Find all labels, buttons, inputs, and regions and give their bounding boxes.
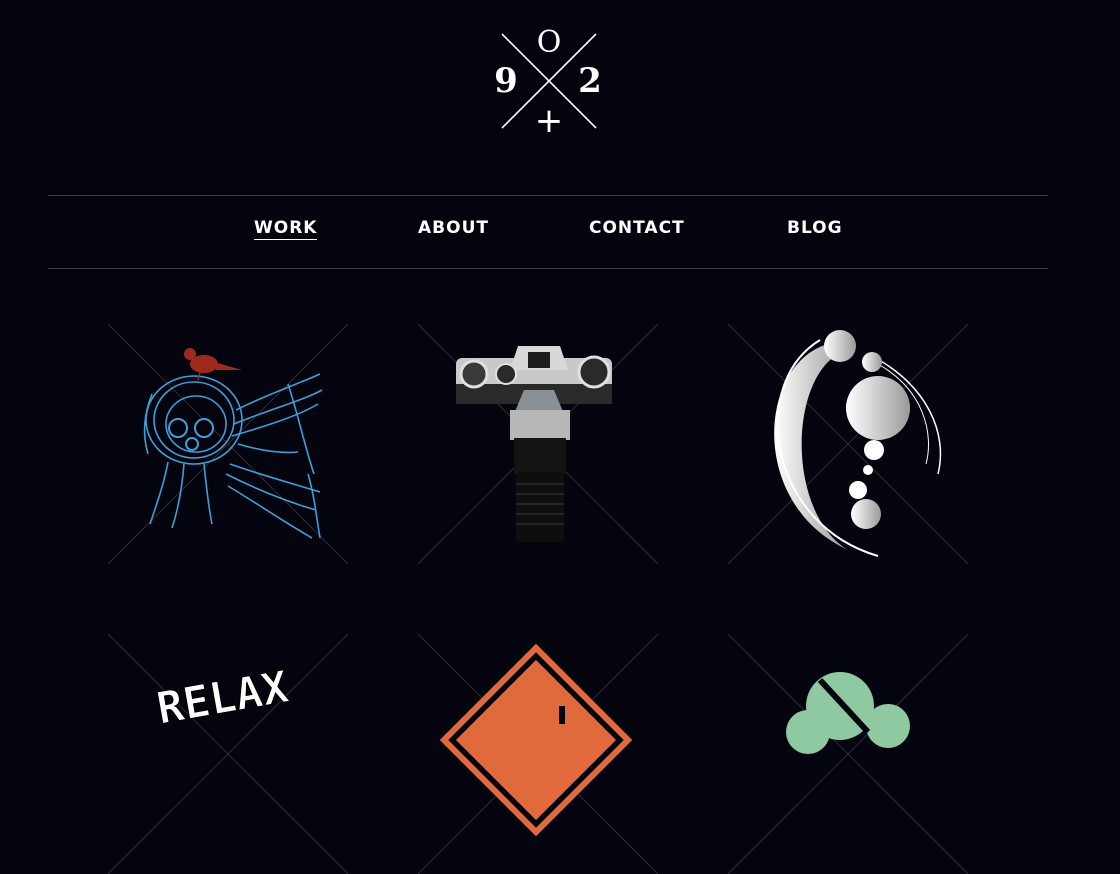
bird-nest-creature-illustration: [108, 324, 348, 564]
camera-with-zoom-lens-photo: [418, 324, 658, 564]
portfolio-tile-moon[interactable]: [728, 324, 968, 564]
nav-item-contact[interactable]: CONTACT: [589, 218, 685, 238]
nav-top-divider: [48, 195, 1048, 196]
logo-left-char: 9: [494, 61, 518, 101]
portfolio-tile-green[interactable]: [728, 634, 968, 874]
red-bird-icon: [184, 348, 242, 381]
relax-pixel-lettering: RELAX: [108, 634, 348, 874]
portfolio-tile-camera[interactable]: [418, 324, 658, 564]
portfolio-tile-relax[interactable]: RELAX: [108, 634, 348, 874]
orange-warning-sign: [418, 634, 658, 874]
nav-item-about[interactable]: ABOUT: [418, 218, 489, 238]
nav-item-blog[interactable]: BLOG: [787, 218, 843, 238]
logo-bottom-char: +: [535, 101, 564, 134]
logo-right-char: 2: [578, 61, 602, 101]
white-moon-circles-illustration: [728, 324, 968, 564]
portfolio-tile-sign[interactable]: [418, 634, 658, 874]
portfolio-tile-creature[interactable]: [108, 324, 348, 564]
green-abstract-shape: [728, 634, 968, 874]
nav-item-work[interactable]: WORK: [254, 218, 318, 240]
site-logo[interactable]: O 9 2 +: [494, 26, 604, 134]
nav-bottom-divider: [48, 268, 1048, 269]
logo-top-char: O: [537, 26, 562, 60]
relax-text: RELAX: [153, 662, 292, 735]
